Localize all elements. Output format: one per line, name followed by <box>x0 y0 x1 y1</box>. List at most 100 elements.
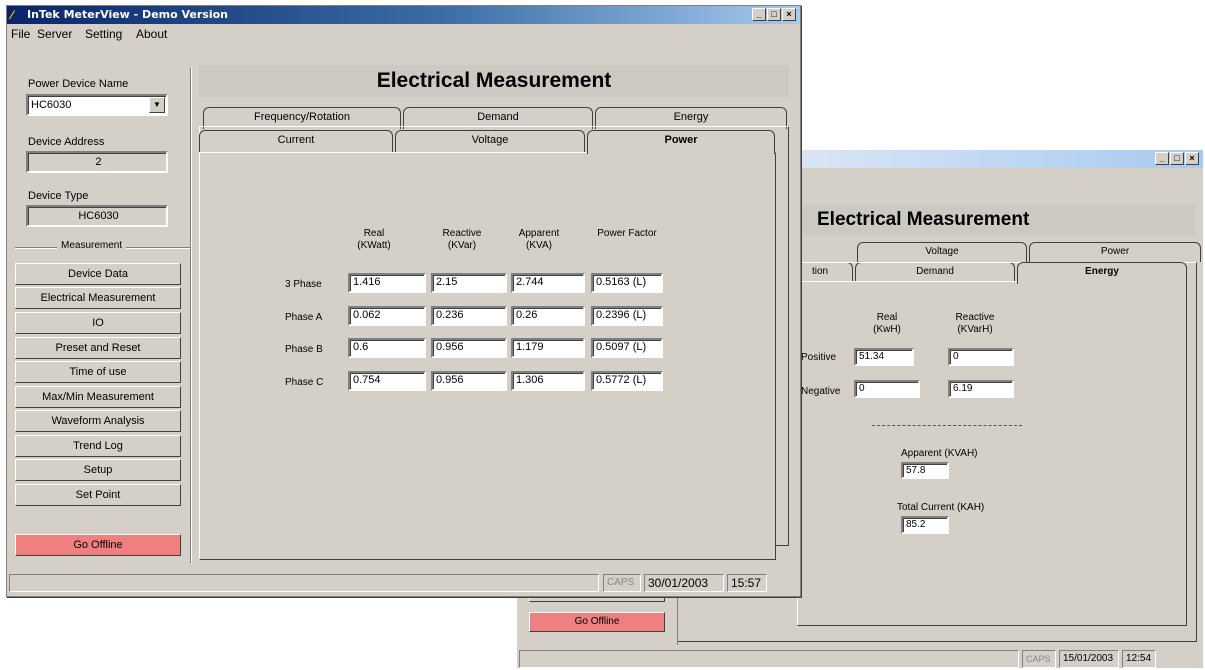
maximize-button[interactable]: □ <box>767 8 781 21</box>
second-tab-voltage[interactable]: Voltage <box>857 242 1027 262</box>
row-label-phase-c: Phase C <box>285 377 324 388</box>
status-caps: CAPS <box>603 574 641 592</box>
field-phaseb-reactive[interactable]: 0.956 <box>431 338 507 358</box>
second-status-caps: CAPS <box>1022 650 1056 668</box>
second-negative-reactive-field[interactable]: 6.19 <box>948 380 1014 398</box>
caption-buttons: _ □ × <box>752 8 796 21</box>
row-label-3-phase: 3 Phase <box>285 279 322 290</box>
device-address-field[interactable]: 2 <box>26 151 168 173</box>
col-apparent: Apparent (KVA) <box>509 228 569 252</box>
left-divider <box>190 68 191 563</box>
device-type-label: Device Type <box>28 190 89 202</box>
second-apparent-label: Apparent (KVAH) <box>901 448 978 459</box>
field-3phase-reactive[interactable]: 2.15 <box>431 273 507 293</box>
col-real-unit: (KWatt) <box>357 240 391 251</box>
field-phasec-real[interactable]: 0.754 <box>348 371 426 391</box>
menubar: File Server Setting About <box>7 25 800 43</box>
col-reactive: Reactive (KVar) <box>431 228 493 252</box>
second-row-label-positive: Positive <box>801 352 837 363</box>
minimize-button[interactable]: _ <box>752 8 766 21</box>
titlebar: ⁄ InTek MeterView - Demo Version _ □ × <box>7 6 800 24</box>
menu-about[interactable]: About <box>136 27 167 41</box>
second-negative-real-field[interactable]: 0 <box>854 380 920 398</box>
chevron-down-icon[interactable]: ▼ <box>149 97 165 113</box>
power-device-name-label: Power Device Name <box>28 78 129 90</box>
second-status-main <box>519 650 1019 668</box>
field-phasea-apparent[interactable]: 0.26 <box>511 306 585 326</box>
col-apparent-unit: (KVA) <box>526 240 552 251</box>
col-power-factor: Power Factor <box>587 228 667 240</box>
col-apparent-name: Apparent <box>518 228 560 239</box>
menu-setting[interactable]: Setting <box>85 27 122 41</box>
second-status-time: 12:54 <box>1122 650 1156 668</box>
device-type-field[interactable]: HC6030 <box>26 205 168 227</box>
field-3phase-real[interactable]: 1.416 <box>348 273 426 293</box>
second-tab-power[interactable]: Power <box>1029 242 1201 262</box>
minimize-button[interactable]: _ <box>1155 152 1169 165</box>
second-window-caption-buttons: _ □ × <box>1155 152 1199 165</box>
second-total-current-label: Total Current (KAH) <box>897 502 985 513</box>
second-apparent-field[interactable]: 57.8 <box>901 462 949 479</box>
col-real-name: Real <box>363 228 385 239</box>
field-phaseb-real[interactable]: 0.6 <box>348 338 426 358</box>
second-col-reactive: Reactive (KVarH) <box>947 312 1003 336</box>
field-phaseb-pf[interactable]: 0.5097 (L) <box>591 338 663 358</box>
field-3phase-apparent[interactable]: 2.744 <box>511 273 585 293</box>
second-page-title: Electrical Measurement <box>797 205 1195 235</box>
maximize-button[interactable]: □ <box>1170 152 1184 165</box>
second-tab-energy[interactable]: Energy <box>1017 262 1187 284</box>
second-row-label-negative: Negative <box>801 386 841 397</box>
go-offline-button[interactable]: Go Offline <box>15 534 181 556</box>
close-button[interactable]: × <box>782 8 796 21</box>
row-label-phase-a: Phase A <box>285 312 323 323</box>
field-phasec-apparent[interactable]: 1.306 <box>511 371 585 391</box>
nav-setup[interactable]: Setup <box>15 459 181 481</box>
col-reactive-unit: (KVar) <box>447 240 477 251</box>
second-left-divider <box>677 590 678 645</box>
main-window: ⁄ InTek MeterView - Demo Version _ □ × F… <box>6 5 801 597</box>
field-3phase-pf[interactable]: 0.5163 (L) <box>591 273 663 293</box>
status-main <box>9 574 599 592</box>
nav-io[interactable]: IO <box>15 312 181 334</box>
tab-voltage[interactable]: Voltage <box>395 130 585 152</box>
nav-trend-log[interactable]: Trend Log <box>15 435 181 457</box>
tab-power[interactable]: Power <box>587 130 775 154</box>
window-title: InTek MeterView - Demo Version <box>27 8 229 21</box>
second-col-real: Real (KwH) <box>862 312 912 336</box>
field-phasea-pf[interactable]: 0.2396 (L) <box>591 306 663 326</box>
close-button[interactable]: × <box>1185 152 1199 165</box>
page-title: Electrical Measurement <box>199 65 789 97</box>
tab-current[interactable]: Current <box>199 130 393 152</box>
menu-file[interactable]: File <box>11 27 30 41</box>
nav-preset-reset[interactable]: Preset and Reset <box>15 337 181 359</box>
field-phasea-real[interactable]: 0.062 <box>348 306 426 326</box>
power-device-select[interactable]: HC6030 <box>26 94 168 116</box>
second-col-reactive-name: Reactive <box>955 312 995 323</box>
nav-time-of-use[interactable]: Time of use <box>15 361 181 383</box>
field-phaseb-apparent[interactable]: 1.179 <box>511 338 585 358</box>
nav-set-point[interactable]: Set Point <box>15 484 181 506</box>
field-phasec-reactive[interactable]: 0.956 <box>431 371 507 391</box>
second-total-current-field[interactable]: 85.2 <box>901 516 949 534</box>
second-positive-reactive-field[interactable]: 0 <box>948 348 1014 366</box>
field-phasea-reactive[interactable]: 0.236 <box>431 306 507 326</box>
nav-waveform-analysis[interactable]: Waveform Analysis <box>15 410 181 432</box>
nav-max-min-measurement[interactable]: Max/Min Measurement <box>15 386 181 408</box>
status-date: 30/01/2003 <box>644 574 724 592</box>
menu-server[interactable]: Server <box>37 27 72 41</box>
col-real: Real (KWatt) <box>347 228 401 252</box>
app-icon: ⁄ <box>11 8 14 22</box>
second-positive-real-field[interactable]: 51.34 <box>854 348 914 366</box>
device-address-label: Device Address <box>28 136 105 148</box>
second-status-date: 15/01/2003 <box>1059 650 1119 668</box>
nav-electrical-measurement[interactable]: Electrical Measurement <box>15 287 181 309</box>
second-col-real-unit: (KwH) <box>873 324 901 335</box>
field-phasec-pf[interactable]: 0.5772 (L) <box>591 371 663 391</box>
second-go-offline-button[interactable]: Go Offline <box>529 612 665 632</box>
row-label-phase-b: Phase B <box>285 344 323 355</box>
second-col-reactive-unit: (KVarH) <box>957 324 993 335</box>
col-power-factor-name: Power Factor <box>597 228 657 239</box>
measurement-group-label: Measurement <box>57 240 127 251</box>
col-reactive-name: Reactive <box>442 228 482 239</box>
nav-device-data[interactable]: Device Data <box>15 263 181 285</box>
